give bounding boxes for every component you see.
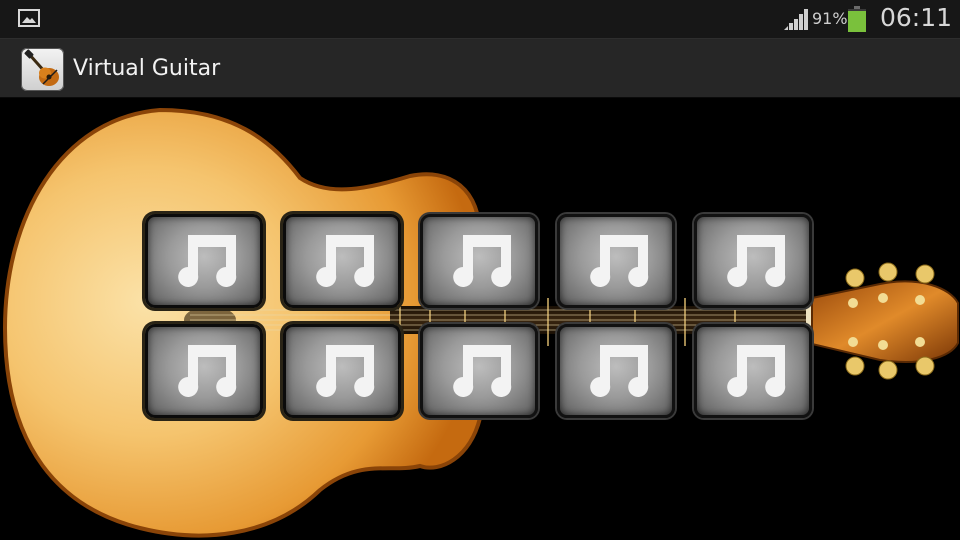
music-note-icon: [316, 345, 375, 397]
guitar-stage: [0, 98, 960, 540]
clock: 06:11: [880, 3, 953, 32]
note-pad[interactable]: [420, 324, 538, 418]
music-note-icon: [178, 235, 237, 287]
music-note-icon: [453, 345, 512, 397]
gallery-notification-icon: [18, 9, 40, 27]
music-note-icon: [727, 235, 786, 287]
battery-percentage: 91%: [812, 9, 848, 28]
action-bar: Virtual Guitar: [0, 38, 960, 98]
guitar-app-icon[interactable]: [21, 48, 64, 91]
status-bar: 91% 06:11: [0, 0, 960, 38]
guitar-image: [2, 107, 959, 538]
battery-icon: [848, 6, 866, 32]
note-pad[interactable]: [694, 214, 812, 308]
music-note-icon: [590, 345, 649, 397]
app-title: Virtual Guitar: [73, 56, 221, 81]
note-pad[interactable]: [283, 214, 401, 308]
music-note-icon: [316, 235, 375, 287]
note-pad[interactable]: [283, 324, 401, 418]
music-note-icon: [178, 345, 237, 397]
note-pad[interactable]: [145, 324, 263, 418]
note-pad[interactable]: [694, 324, 812, 418]
music-note-icon: [727, 345, 786, 397]
music-note-icon: [590, 235, 649, 287]
note-pad[interactable]: [145, 214, 263, 308]
note-pad[interactable]: [420, 214, 538, 308]
note-pad[interactable]: [557, 324, 675, 418]
music-note-icon: [453, 235, 512, 287]
signal-icon: [784, 9, 808, 30]
note-pad[interactable]: [557, 214, 675, 308]
